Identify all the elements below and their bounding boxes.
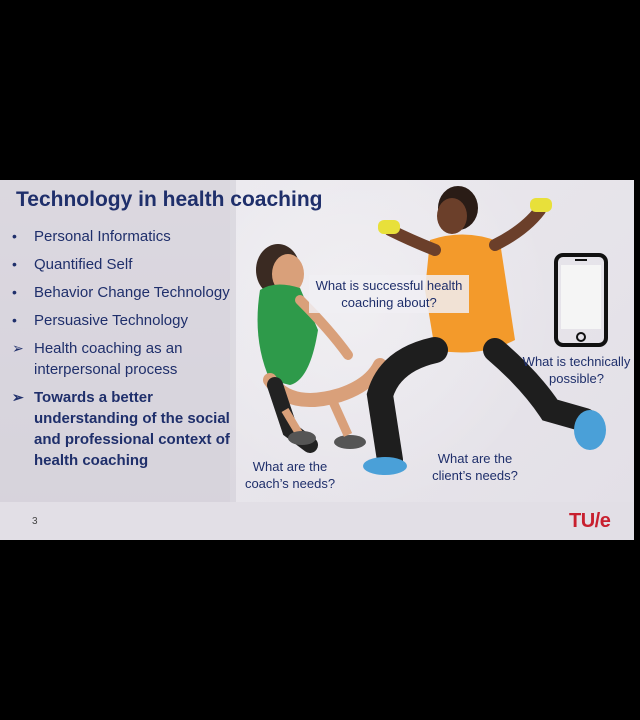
bullet-text: Personal Informatics — [34, 228, 171, 245]
bullet-marker: • — [12, 284, 17, 300]
bullet-text: Persuasive Technology — [34, 312, 188, 329]
bullet-list: • Personal Informatics • Quantified Self… — [10, 226, 238, 478]
bullet-item: • Persuasive Technology — [10, 310, 238, 331]
bullet-marker: • — [12, 312, 17, 328]
bullet-text: Health coaching as an interpersonal proc… — [34, 340, 183, 378]
bullet-item: • Behavior Change Technology — [10, 282, 238, 303]
slide-footer: 3 TU/e — [0, 502, 634, 540]
tue-logo: TU/e — [569, 510, 611, 532]
bullet-marker: • — [12, 256, 17, 272]
question-technically-possible: What is technically possible? — [522, 354, 631, 386]
bullet-item: ➢ Health coaching as an interpersonal pr… — [10, 338, 238, 380]
presentation-slide: Technology in health coaching • Personal… — [0, 180, 634, 540]
bullet-text: Towards a better understanding of the so… — [34, 389, 230, 469]
arrow-bullet-marker: ➢ — [12, 340, 24, 356]
bullet-item-emphasized: ➢ Towards a better understanding of the … — [10, 387, 238, 471]
question-successful-coaching: What is successful health coaching about… — [309, 275, 469, 313]
bullet-text: Behavior Change Technology — [34, 284, 230, 301]
bullet-text: Quantified Self — [34, 256, 133, 273]
page-number: 3 — [32, 516, 38, 527]
smartphone-icon — [554, 253, 608, 347]
question-client-needs: What are the client’s needs? — [432, 451, 518, 483]
question-coach-needs: What are the coach’s needs? — [244, 459, 336, 491]
bullet-item: • Quantified Self — [10, 254, 238, 275]
bullet-marker: • — [12, 228, 17, 244]
bullet-item: • Personal Informatics — [10, 226, 238, 247]
arrow-bullet-marker: ➢ — [12, 389, 24, 405]
screen: Technology in health coaching • Personal… — [0, 0, 640, 720]
